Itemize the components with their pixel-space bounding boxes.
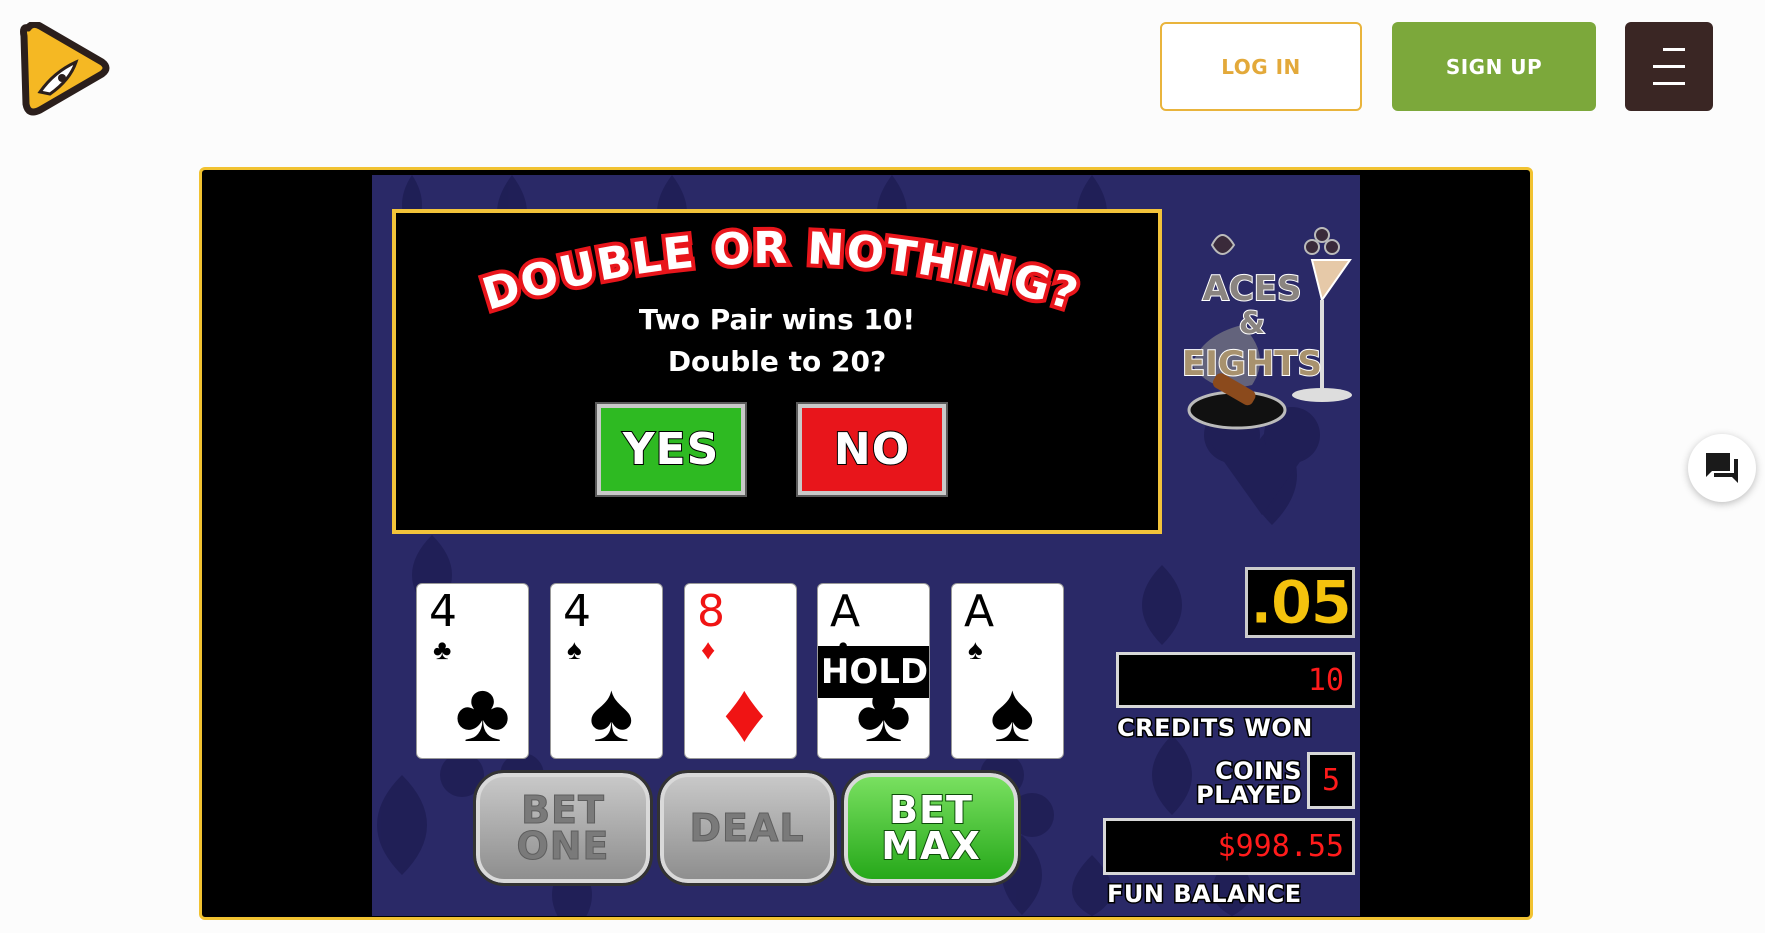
spade-icon: ♠ [990, 665, 1035, 759]
dialog-win-text: Two Pair wins 10! [638, 303, 916, 336]
card-4[interactable]: A ♣ ♣ HOLD [817, 583, 930, 759]
fun-balance-display: $998.55 [1103, 818, 1355, 875]
club-icon: ♣ [433, 634, 452, 665]
card-5[interactable]: A ♠ ♠ [951, 583, 1064, 759]
yes-button[interactable]: YES [595, 402, 747, 497]
card-rank: 4 [429, 586, 457, 637]
login-button[interactable]: LOG IN [1160, 22, 1362, 111]
card-rank: A [964, 586, 995, 637]
credits-won-label: CREDITS WON [1116, 714, 1314, 742]
club-icon: ♣ [455, 665, 511, 759]
coins-played-display: 5 [1307, 752, 1355, 809]
card-2[interactable]: 4 ♠ ♠ [550, 583, 663, 759]
coins-played-label: COINS PLAYED [1195, 757, 1303, 809]
spade-icon: ♠ [589, 665, 634, 759]
hold-label: HOLD [818, 646, 929, 698]
svg-text:EIGHTS: EIGHTS [1182, 344, 1322, 384]
fun-balance-label: FUN BALANCE [1106, 880, 1303, 908]
diamond-icon: ♦ [723, 665, 766, 759]
double-or-nothing-dialog: DOUBLE OR NOTHING? Two Pair wins 10! Dou… [392, 209, 1162, 534]
spade-icon: ♠ [567, 634, 582, 665]
game-frame: DOUBLE OR NOTHING? Two Pair wins 10! Dou… [199, 167, 1533, 920]
bet-max-label-line1: BET [888, 787, 973, 832]
credits-won-display: 10 [1116, 652, 1355, 708]
diamond-icon: ♦ [701, 634, 716, 665]
chat-bubbles-icon [1706, 453, 1738, 483]
bet-one-label-line1: BET [521, 787, 605, 832]
bet-one-label-line2: ONE [516, 824, 610, 868]
bet-max-label-line2: MAX [880, 824, 981, 868]
no-button[interactable]: NO [796, 402, 948, 497]
signup-button[interactable]: SIGN UP [1392, 22, 1596, 111]
hamburger-menu-icon [1653, 47, 1685, 85]
svg-text:&: & [1239, 306, 1265, 341]
card-1[interactable]: 4 ♣ ♣ [416, 583, 529, 759]
dialog-double-text: Double to 20? [667, 345, 887, 378]
card-3[interactable]: 8 ♦ ♦ [684, 583, 797, 759]
card-rank: A [830, 586, 861, 637]
bet-max-button[interactable]: BET MAX [841, 770, 1021, 886]
deal-button[interactable]: DEAL [657, 770, 837, 886]
site-logo[interactable] [18, 20, 110, 118]
game-canvas[interactable]: DOUBLE OR NOTHING? Two Pair wins 10! Dou… [372, 175, 1360, 916]
svg-text:ACES: ACES [1203, 269, 1302, 309]
rocket-play-icon [20, 20, 110, 116]
card-rank: 8 [697, 586, 725, 637]
denomination-display[interactable]: .05 [1245, 567, 1355, 638]
menu-button[interactable] [1625, 22, 1713, 111]
spade-icon: ♠ [968, 634, 983, 665]
bet-one-button[interactable]: BET ONE [473, 770, 653, 886]
deal-label: DEAL [689, 805, 805, 850]
chat-button[interactable] [1688, 434, 1756, 502]
card-rank: 4 [563, 586, 591, 637]
aces-and-eights-logo: ACES & EIGHTS [1172, 205, 1360, 435]
